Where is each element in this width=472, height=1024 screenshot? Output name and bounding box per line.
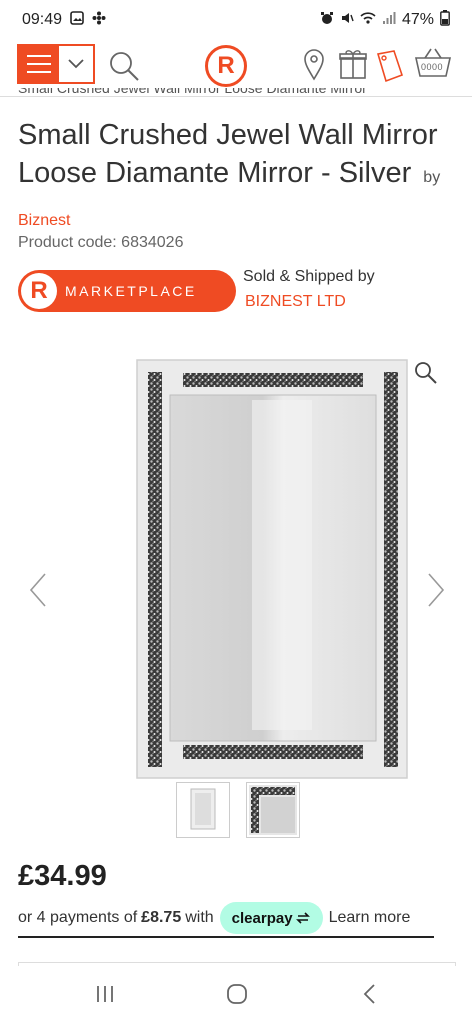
alarm-icon <box>320 11 334 30</box>
thumbnail-2[interactable] <box>246 782 300 838</box>
search-icon[interactable] <box>108 50 140 87</box>
basket-icon[interactable]: 0000 <box>413 46 453 80</box>
logo-letter: R <box>217 52 235 79</box>
battery-level: 47% <box>401 11 434 28</box>
clock: 09:49 <box>22 11 63 28</box>
status-bar: 09:49 47% <box>0 0 472 40</box>
seller-link[interactable]: BIZNEST LTD <box>245 293 346 311</box>
basket-count: 0000 <box>421 62 444 72</box>
breadcrumb[interactable]: Small Crushed Jewel Wall Mirror Loose Di… <box>18 88 458 102</box>
by-label: by <box>423 169 441 186</box>
pinwheel-notification-icon <box>92 11 106 30</box>
signal-icon <box>382 11 396 30</box>
marketplace-badge: R MARKETPLACE <box>18 270 236 312</box>
magnifier-icon[interactable] <box>413 360 439 391</box>
sold-by-label: Sold & Shipped by <box>243 268 375 285</box>
home-icon[interactable] <box>226 983 248 1010</box>
page-title: Small Crushed Jewel Wall Mirror Loose Di… <box>18 116 458 240</box>
mute-icon <box>340 11 354 30</box>
location-pin-icon[interactable] <box>303 49 325 86</box>
chevron-right-icon[interactable] <box>426 572 446 613</box>
clearpay-label: clearpay <box>231 909 293 927</box>
chevron-down-icon[interactable] <box>59 46 93 82</box>
recents-icon[interactable] <box>95 984 115 1009</box>
gallery-notification-icon <box>70 10 84 30</box>
instalment-suffix: with <box>185 909 214 926</box>
wifi-icon <box>360 11 376 30</box>
marketplace-logo: R <box>21 273 57 309</box>
marketplace-text: MARKETPLACE <box>65 283 197 299</box>
system-navigation-bar <box>0 966 472 1024</box>
clearpay-arrows-icon <box>295 912 310 924</box>
hamburger-icon[interactable] <box>19 46 59 82</box>
battery-icon <box>440 9 450 31</box>
product-price: £34.99 <box>18 860 107 892</box>
product-title: Small Crushed Jewel Wall Mirror Loose Di… <box>18 119 438 189</box>
menu-button[interactable] <box>17 44 95 84</box>
clearpay-badge[interactable]: clearpay <box>219 902 323 934</box>
instalment-amount: £8.75 <box>141 909 182 926</box>
instalment-prefix: or 4 payments of <box>18 909 138 926</box>
back-icon[interactable] <box>362 983 376 1010</box>
gift-icon[interactable] <box>339 48 367 85</box>
logo[interactable]: R <box>205 45 247 87</box>
thumbnail-1[interactable] <box>176 782 230 838</box>
divider <box>18 936 434 938</box>
product-image <box>136 359 408 779</box>
product-gallery[interactable] <box>0 340 472 780</box>
brand-link[interactable]: Biznest <box>18 212 70 229</box>
clearpay-line: or 4 payments of £8.75 with clearpay Lea… <box>18 902 458 934</box>
price-tag-icon[interactable] <box>372 48 404 89</box>
product-code: Product code: 6834026 <box>18 234 184 251</box>
learn-more-link[interactable]: Learn more <box>329 909 411 927</box>
chevron-left-icon[interactable] <box>28 572 48 613</box>
